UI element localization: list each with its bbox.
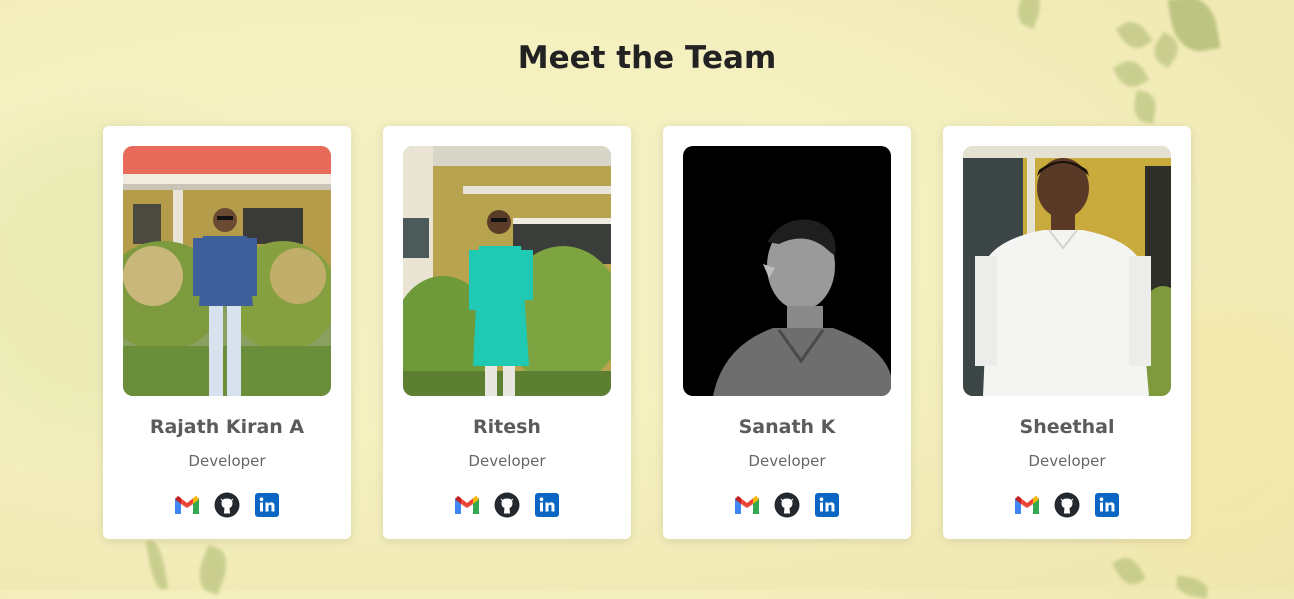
leaf-decoration <box>1111 552 1147 590</box>
team-grid: Rajath Kiran A Developer Ritesh Develope… <box>103 126 1191 539</box>
team-card: Rajath Kiran A Developer <box>103 126 351 539</box>
github-icon[interactable] <box>774 492 800 518</box>
member-name: Sanath K <box>738 416 836 438</box>
member-role: Developer <box>748 452 826 470</box>
github-icon[interactable] <box>1054 492 1080 518</box>
leaf-decoration <box>1012 0 1046 29</box>
member-role: Developer <box>1028 452 1106 470</box>
social-links <box>174 492 280 518</box>
social-links <box>454 492 560 518</box>
leaf-decoration <box>193 544 233 596</box>
member-photo <box>403 146 611 396</box>
gmail-icon[interactable] <box>174 492 200 518</box>
social-links <box>734 492 840 518</box>
linkedin-icon[interactable] <box>534 492 560 518</box>
linkedin-icon[interactable] <box>1094 492 1120 518</box>
github-icon[interactable] <box>214 492 240 518</box>
member-photo <box>963 146 1171 396</box>
member-role: Developer <box>188 452 266 470</box>
member-name: Ritesh <box>473 416 541 438</box>
member-role: Developer <box>468 452 546 470</box>
page-title: Meet the Team <box>517 40 777 76</box>
leaf-decoration <box>1131 90 1159 124</box>
member-photo <box>123 146 331 396</box>
gmail-icon[interactable] <box>454 492 480 518</box>
gmail-icon[interactable] <box>1014 492 1040 518</box>
member-name: Sheethal <box>1019 416 1115 438</box>
linkedin-icon[interactable] <box>814 492 840 518</box>
leaf-decoration <box>145 539 169 591</box>
social-links <box>1014 492 1120 518</box>
team-card: Sheethal Developer <box>943 126 1191 539</box>
member-photo <box>683 146 891 396</box>
gmail-icon[interactable] <box>734 492 760 518</box>
member-name: Rajath Kiran A <box>149 416 305 438</box>
team-card: Sanath K Developer <box>663 126 911 539</box>
team-card: Ritesh Developer <box>383 126 631 539</box>
linkedin-icon[interactable] <box>254 492 280 518</box>
leaf-decoration <box>1174 575 1210 599</box>
github-icon[interactable] <box>494 492 520 518</box>
